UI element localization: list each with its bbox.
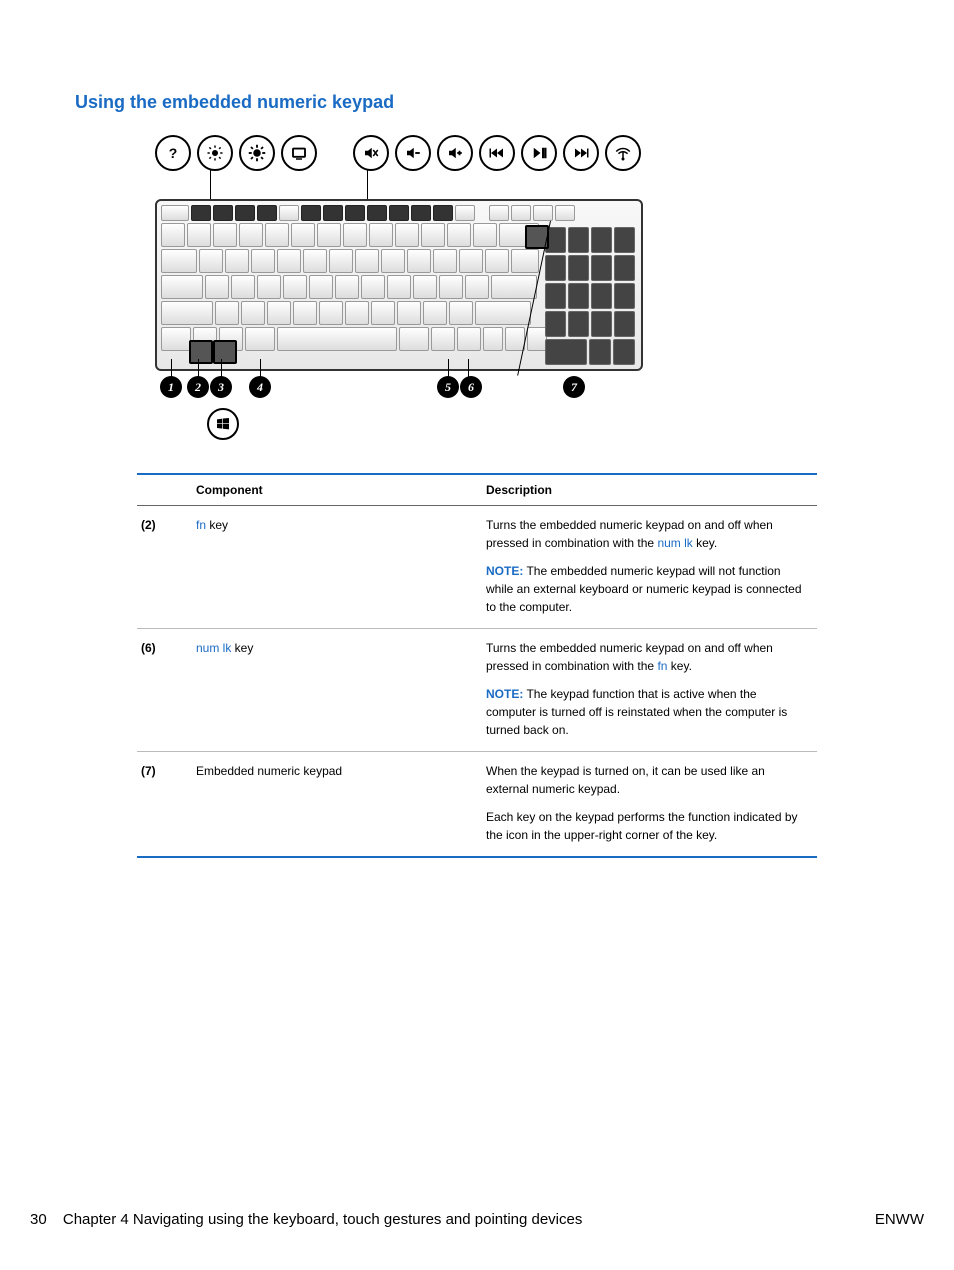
callout-4: 4 xyxy=(249,376,271,398)
page-footer: 30 Chapter 4 Navigating using the keyboa… xyxy=(30,1211,924,1228)
row-component: fn key xyxy=(196,516,486,616)
section-heading: Using the embedded numeric keypad xyxy=(75,92,879,113)
fn-key-highlight xyxy=(189,340,213,364)
row-description: Turns the embedded numeric keypad on and… xyxy=(486,516,817,616)
callout-6: 6 xyxy=(460,376,482,398)
table-row: (7) Embedded numeric keypad When the key… xyxy=(137,752,817,856)
switch-display-icon xyxy=(281,135,317,171)
callout-3: 3 xyxy=(210,376,232,398)
brightness-down-icon xyxy=(197,135,233,171)
row-number: (7) xyxy=(137,762,196,844)
row-description: Turns the embedded numeric keypad on and… xyxy=(486,639,817,739)
brightness-up-icon xyxy=(239,135,275,171)
callout-2: 2 xyxy=(187,376,209,398)
keyboard-figure: ? xyxy=(155,131,635,461)
footer-right: ENWW xyxy=(875,1211,924,1228)
callout-5: 5 xyxy=(437,376,459,398)
table-row: (6) num lk key Turns the embedded numeri… xyxy=(137,629,817,752)
help-icon: ? xyxy=(155,135,191,171)
win-key-highlight xyxy=(213,340,237,364)
play-pause-icon xyxy=(521,135,557,171)
chapter-label: Chapter 4 Navigating using the keyboard,… xyxy=(63,1211,583,1228)
table-row: (2) fn key Turns the embedded numeric ke… xyxy=(137,506,817,629)
function-key-icon-row: ? xyxy=(155,135,641,171)
next-track-icon xyxy=(563,135,599,171)
wireless-icon xyxy=(605,135,641,171)
windows-logo-icon xyxy=(207,408,239,440)
prev-track-icon xyxy=(479,135,515,171)
callout-7: 7 xyxy=(563,376,585,398)
callout-1: 1 xyxy=(160,376,182,398)
row-component: num lk key xyxy=(196,639,486,739)
col-header-description: Description xyxy=(486,483,817,497)
volume-down-icon xyxy=(395,135,431,171)
row-component: Embedded numeric keypad xyxy=(196,762,486,844)
volume-up-icon xyxy=(437,135,473,171)
row-number: (6) xyxy=(137,639,196,739)
page-number: 30 xyxy=(30,1211,47,1228)
row-number: (2) xyxy=(137,516,196,616)
component-table: Component Description (2) fn key Turns t… xyxy=(137,473,817,858)
mute-icon xyxy=(353,135,389,171)
keyboard-diagram xyxy=(155,199,643,371)
row-description: When the keypad is turned on, it can be … xyxy=(486,762,817,844)
col-header-component: Component xyxy=(196,483,486,497)
